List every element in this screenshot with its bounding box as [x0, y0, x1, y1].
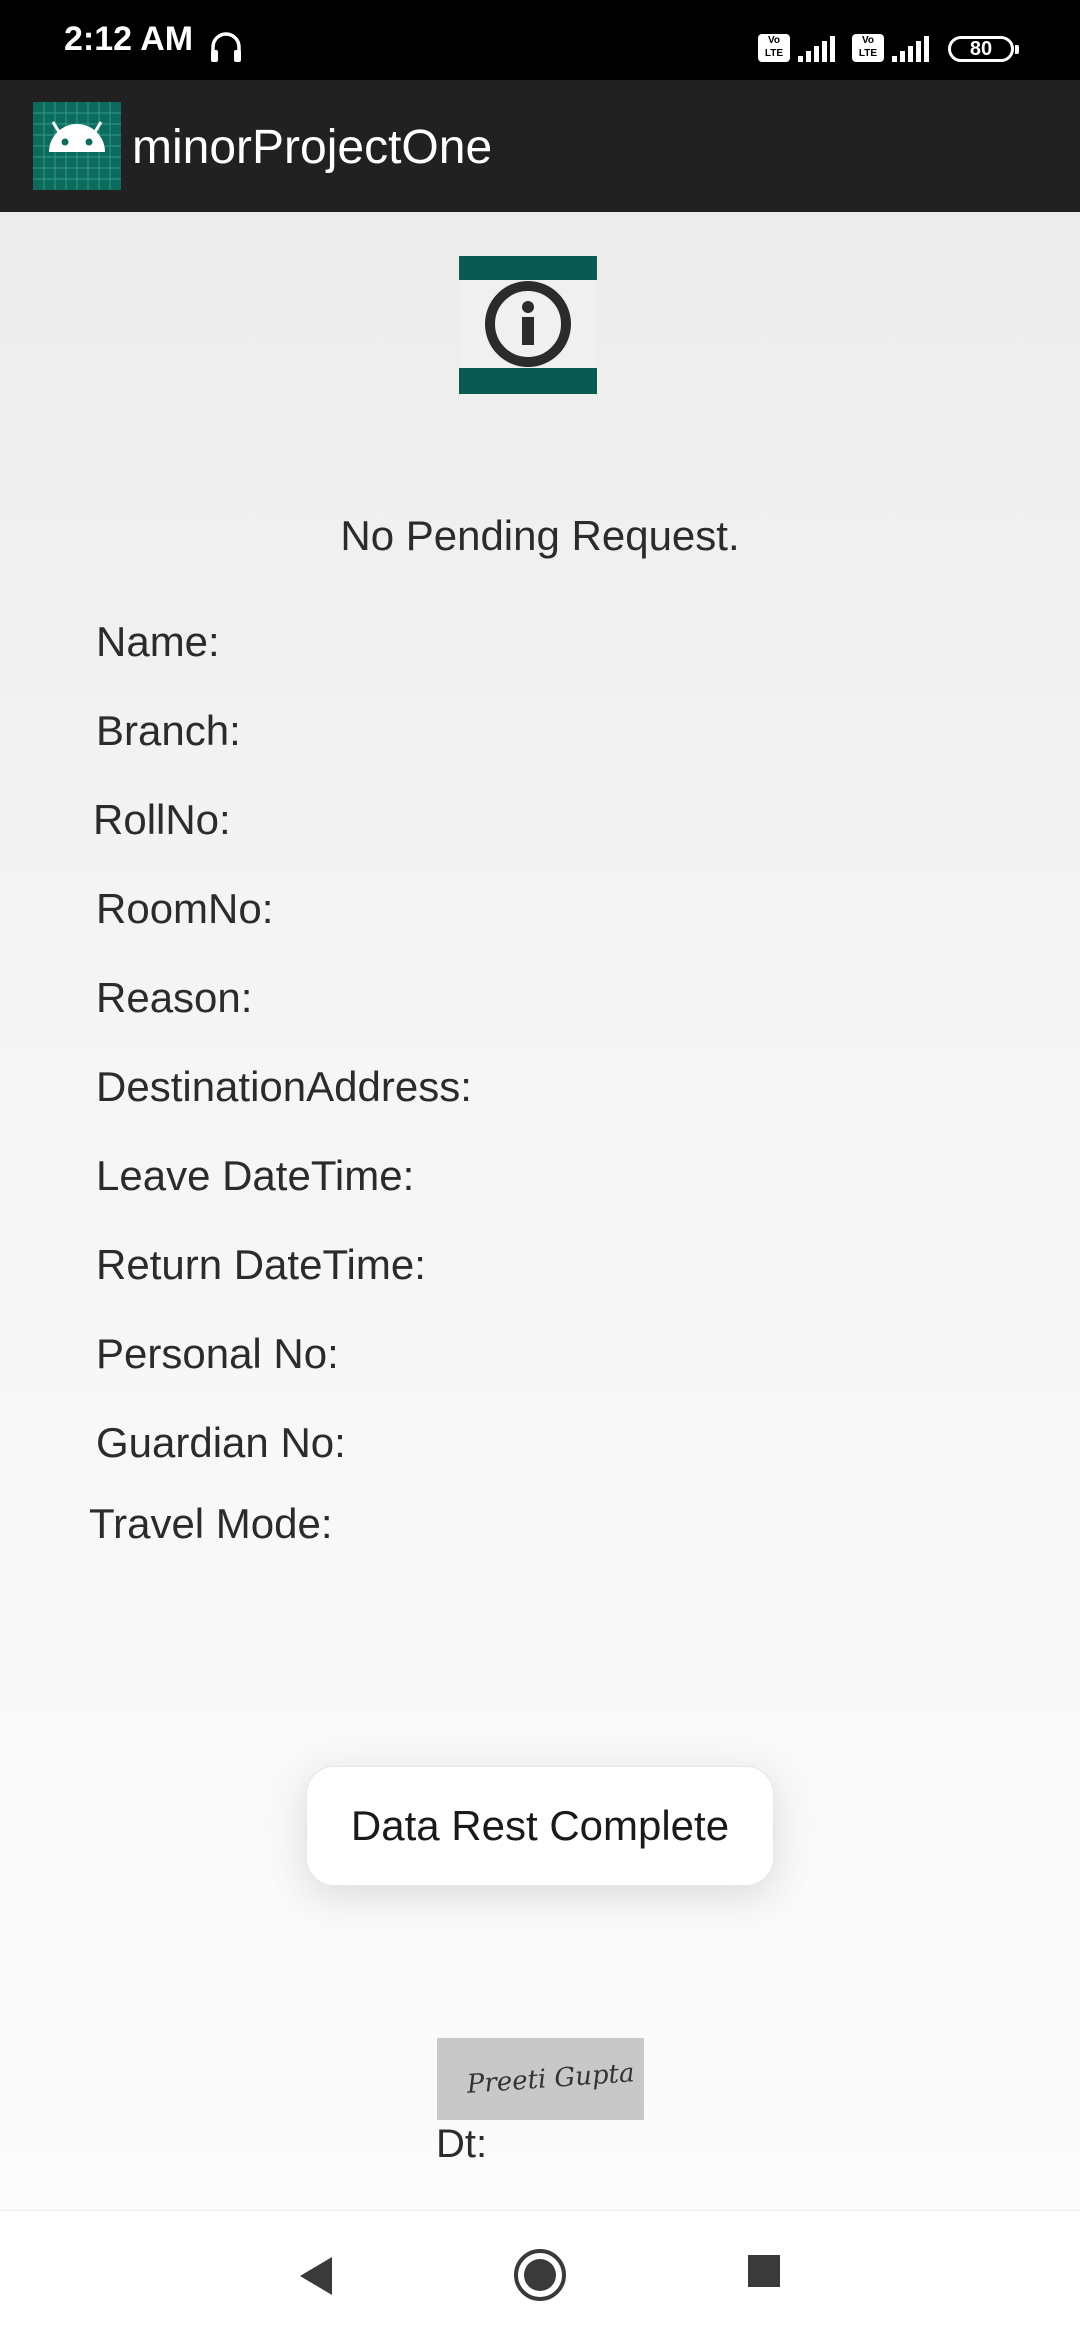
signal-icon	[798, 36, 835, 62]
signature-image: Preeti Gupta	[437, 2038, 644, 2120]
volte-badge-sim2: Vo LTE	[852, 34, 884, 62]
room-no-label: RoomNo:	[96, 885, 274, 932]
navigation-bar	[0, 2210, 1080, 2341]
toast-message: Data Rest Complete	[306, 1766, 774, 1886]
travel-mode-label: Travel Mode:	[89, 1500, 333, 1547]
status-time: 2:12 AM	[64, 20, 194, 58]
date-label: Dt:	[436, 2122, 488, 2166]
signal-icon	[892, 36, 929, 62]
status-bar: 2:12 AM Vo LTE Vo LTE 80	[0, 0, 1080, 80]
app-bar: minorProjectOne	[0, 80, 1080, 212]
app-title: minorProjectOne	[132, 121, 493, 174]
android-icon	[33, 102, 121, 190]
home-icon[interactable]	[512, 2247, 568, 2303]
name-label: Name:	[96, 618, 220, 665]
destination-label: DestinationAddress:	[96, 1063, 472, 1110]
personal-no-label: Personal No:	[96, 1330, 339, 1377]
branch-label: Branch:	[96, 707, 241, 754]
roll-no-label: RollNo:	[93, 796, 231, 843]
info-icon	[459, 256, 597, 394]
recents-icon[interactable]	[746, 2253, 782, 2289]
back-icon[interactable]	[292, 2251, 340, 2301]
volte-badge-sim1: Vo LTE	[758, 34, 790, 62]
pending-message: No Pending Request.	[340, 512, 740, 559]
leave-datetime-label: Leave DateTime:	[96, 1152, 415, 1199]
headset-icon	[211, 32, 241, 62]
return-datetime-label: Return DateTime:	[96, 1241, 426, 1288]
reason-label: Reason:	[96, 974, 253, 1021]
guardian-no-label: Guardian No:	[96, 1419, 346, 1466]
battery-icon: 80	[948, 36, 1019, 62]
